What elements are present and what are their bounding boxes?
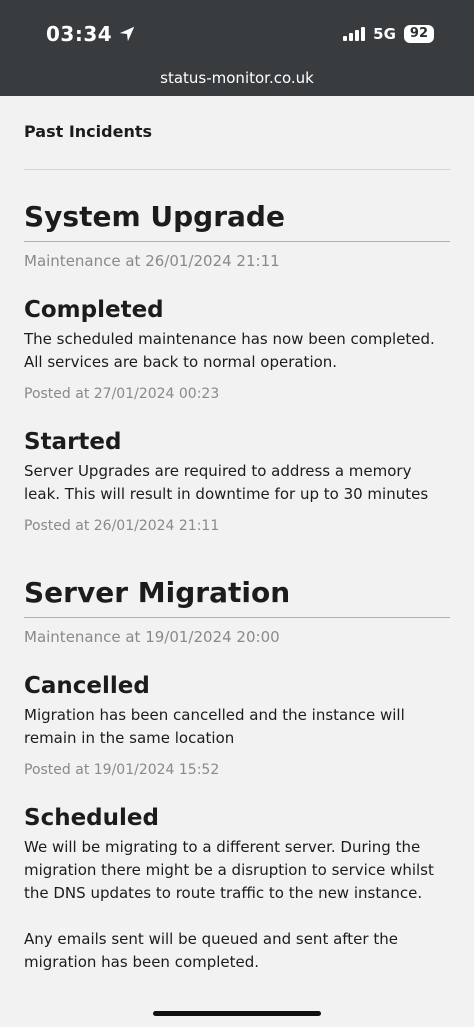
update-posted-time: Posted at 27/01/2024 00:23 xyxy=(24,386,220,402)
update-body: We will be migrating to a different serv… xyxy=(24,836,450,974)
incident-update: Cancelled Migration has been cancelled a… xyxy=(24,672,450,778)
incident: Server Migration Maintenance at 19/01/20… xyxy=(24,576,450,974)
update-status: Cancelled xyxy=(24,673,150,699)
section-title: Past Incidents xyxy=(24,122,450,170)
status-indicators: 5G 92 xyxy=(343,25,434,43)
update-body: Server Upgrades are required to address … xyxy=(24,460,450,506)
update-status: Completed xyxy=(24,297,164,323)
incident-meta: Maintenance at 26/01/2024 21:11 xyxy=(24,252,280,270)
incident-title[interactable]: System Upgrade xyxy=(24,200,450,242)
incident-title[interactable]: Server Migration xyxy=(24,576,450,618)
battery-icon: 92 xyxy=(403,25,434,43)
update-body-text: The scheduled maintenance has now been c… xyxy=(24,330,435,371)
incident: System Upgrade Maintenance at 26/01/2024… xyxy=(24,200,450,534)
update-posted-time: Posted at 26/01/2024 21:11 xyxy=(24,518,220,534)
update-status: Scheduled xyxy=(24,805,159,831)
update-status: Started xyxy=(24,429,122,455)
update-body-text: Migration has been cancelled and the ins… xyxy=(24,706,405,747)
update-body: Migration has been cancelled and the ins… xyxy=(24,704,450,750)
status-bar: 03:34 5G 92 status-monitor.co.uk xyxy=(0,0,474,96)
network-type: 5G xyxy=(373,25,396,43)
update-posted-time: Posted at 19/01/2024 15:52 xyxy=(24,762,220,778)
update-body-text: We will be migrating to a different serv… xyxy=(24,838,434,902)
incident-meta: Maintenance at 19/01/2024 20:00 xyxy=(24,628,280,646)
clock-time: 03:34 xyxy=(46,22,113,46)
update-body: The scheduled maintenance has now been c… xyxy=(24,328,450,374)
cellular-signal-icon xyxy=(343,27,366,41)
update-body-text: Any emails sent will be queued and sent … xyxy=(24,930,398,971)
incident-update: Started Server Upgrades are required to … xyxy=(24,428,450,534)
incident-update: Completed The scheduled maintenance has … xyxy=(24,296,450,402)
address-bar[interactable]: status-monitor.co.uk xyxy=(0,69,474,87)
home-indicator[interactable] xyxy=(153,1011,321,1016)
update-body-text: Server Upgrades are required to address … xyxy=(24,462,429,503)
page-content: Past Incidents System Upgrade Maintenanc… xyxy=(24,96,450,974)
incident-update: Scheduled We will be migrating to a diff… xyxy=(24,804,450,974)
clock: 03:34 xyxy=(46,22,136,46)
location-arrow-icon xyxy=(119,26,135,42)
